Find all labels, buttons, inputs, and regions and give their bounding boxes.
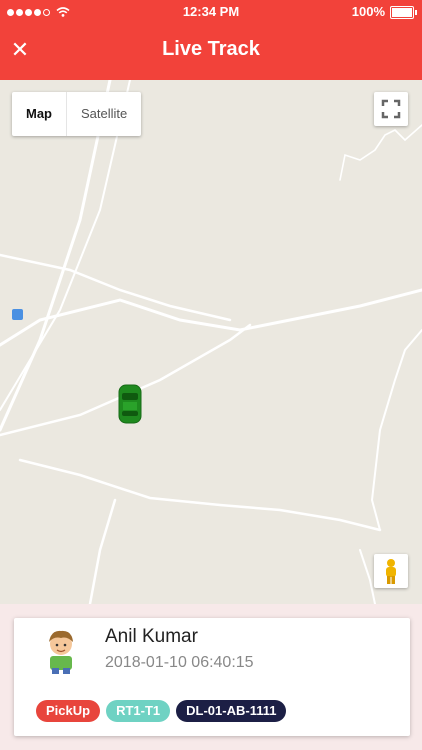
battery-icon (390, 6, 417, 19)
map-type-map[interactable]: Map (12, 92, 67, 136)
map-view[interactable]: Map Satellite (0, 80, 422, 604)
avatar (36, 626, 86, 676)
map-roads (0, 80, 422, 604)
badge-row: PickUp RT1-T1 DL-01-AB-1111 (36, 700, 287, 722)
map-type-toggle: Map Satellite (12, 92, 142, 136)
status-bar: 12:34 PM 100% (0, 0, 422, 24)
badge-vehicle: DL-01-AB-1111 (176, 700, 287, 722)
pegman-icon[interactable] (374, 554, 408, 588)
tracking-card: Anil Kumar 2018-01-10 06:40:15 PickUp RT… (14, 618, 410, 736)
transit-icon[interactable] (12, 309, 23, 320)
badge-pickup: PickUp (36, 700, 101, 722)
page-title: Live Track (162, 38, 260, 60)
car-icon[interactable] (118, 384, 142, 424)
badge-route: RT1-T1 (106, 700, 171, 722)
battery-percent: 100% (351, 4, 385, 19)
app-header: ✕ Live Track (0, 24, 422, 80)
last-update-timestamp: 2018-01-10 06:40:15 (105, 654, 254, 671)
map-type-satellite[interactable]: Satellite (67, 92, 141, 136)
driver-name: Anil Kumar (105, 626, 198, 647)
fullscreen-icon[interactable] (374, 92, 408, 126)
tracking-panel: Anil Kumar 2018-01-10 06:40:15 PickUp RT… (0, 604, 422, 750)
